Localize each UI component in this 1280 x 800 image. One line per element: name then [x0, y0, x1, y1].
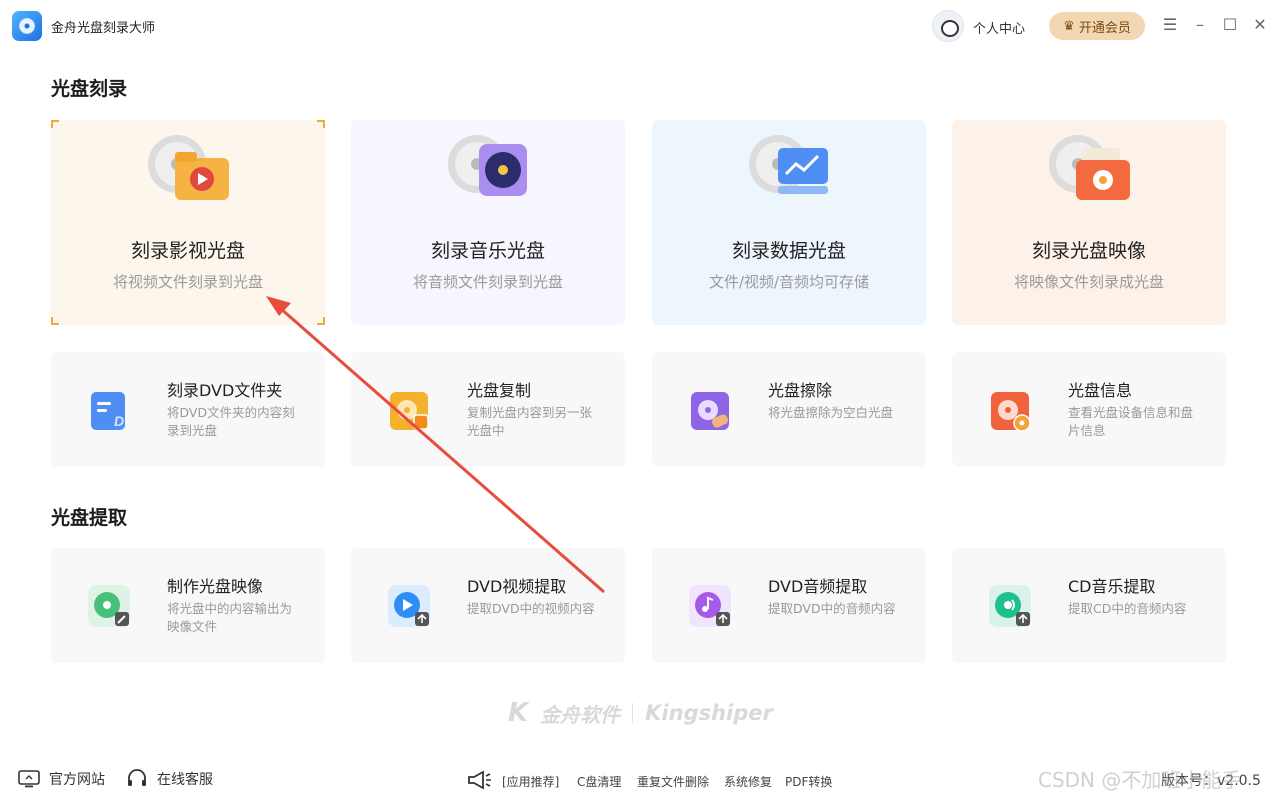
card-burn-video-disc[interactable]: 刻录影视光盘 将视频文件刻录到光盘 — [51, 120, 325, 325]
tool-title: 光盘信息 — [1068, 381, 1133, 400]
minimize-icon[interactable]: – — [1189, 14, 1211, 36]
disc-data-icon — [749, 135, 828, 194]
card-subtitle: 将视频文件刻录到光盘 — [112, 273, 263, 291]
card-burn-disc-image[interactable]: 刻录光盘映像 将映像文件刻录成光盘 — [952, 120, 1226, 325]
brand-name-en: Kingshiper — [645, 701, 773, 725]
footer-link-pdf-convert[interactable]: PDF转换 — [785, 773, 832, 790]
close-icon[interactable]: ✕ — [1249, 14, 1271, 36]
card-title: 刻录影视光盘 — [130, 240, 245, 262]
tool-subtitle: 将光盘擦除为空白光盘 — [768, 405, 894, 420]
disc-info-icon — [991, 392, 1031, 432]
tool-make-disc-image[interactable]: 制作光盘映像 将光盘中的内容输出为映像文件 — [51, 548, 325, 663]
disc-folder-play-icon — [148, 135, 229, 200]
crown-icon: ♛ — [1063, 18, 1075, 34]
disc-image-folder-icon — [1049, 135, 1130, 200]
tool-subtitle: 将DVD文件夹的内容刻录到光盘 — [167, 405, 295, 438]
maximize-icon[interactable]: ☐ — [1219, 14, 1241, 36]
avatar[interactable] — [932, 10, 964, 42]
card-burn-music-disc[interactable]: 刻录音乐光盘 将音频文件刻录到光盘 — [351, 120, 625, 325]
tool-burn-dvd-folder[interactable]: D 刻录DVD文件夹 将DVD文件夹的内容刻录到光盘 — [51, 352, 325, 467]
disc-music-icon — [448, 135, 527, 196]
card-subtitle: 文件/视频/音频均可存储 — [708, 273, 870, 291]
tool-title: DVD音频提取 — [768, 577, 868, 596]
kingshiper-logo-icon: K — [508, 698, 529, 728]
headset-icon — [128, 769, 146, 786]
vip-button-label: 开通会员 — [1078, 20, 1131, 36]
tool-subtitle: 提取DVD中的视频内容 — [467, 601, 595, 616]
tool-subtitle: 将光盘中的内容输出为映像文件 — [167, 601, 293, 634]
card-subtitle: 将音频文件刻录到光盘 — [412, 273, 563, 291]
card-subtitle: 将映像文件刻录成光盘 — [1013, 273, 1164, 291]
app-recommend-label: [应用推荐] — [502, 775, 560, 789]
official-website-label: 官方网站 — [49, 772, 105, 788]
card-title: 刻录数据光盘 — [731, 240, 846, 262]
svg-text:D: D — [114, 413, 124, 429]
tool-disc-copy[interactable]: 光盘复制 复制光盘内容到另一张光盘中 — [351, 352, 625, 467]
brand-logo: K 金舟软件 Kingshiper — [508, 698, 773, 728]
tool-title: 刻录DVD文件夹 — [167, 381, 283, 400]
megaphone-icon — [468, 770, 491, 790]
section-title-extract: 光盘提取 — [51, 507, 128, 529]
official-website-link[interactable]: 官方网站 — [18, 769, 105, 789]
tool-title: 光盘复制 — [467, 381, 532, 400]
menu-icon[interactable]: ☰ — [1159, 14, 1181, 36]
tool-title: 光盘擦除 — [768, 381, 833, 400]
vip-button[interactable]: ♛ 开通会员 — [1049, 12, 1145, 40]
footer-link-system-repair[interactable]: 系统修复 — [724, 773, 772, 790]
tool-subtitle: 提取DVD中的音频内容 — [768, 601, 896, 616]
tool-subtitle: 查看光盘设备信息和盘片信息 — [1068, 405, 1194, 438]
monitor-icon — [18, 770, 40, 788]
tool-title: 制作光盘映像 — [167, 577, 264, 596]
footer-link-c-clean[interactable]: C盘清理 — [577, 773, 621, 790]
dvd-folder-icon: D — [91, 392, 125, 430]
tool-subtitle: 提取CD中的音频内容 — [1068, 601, 1187, 616]
disc-image-make-icon — [88, 585, 130, 627]
card-burn-data-disc[interactable]: 刻录数据光盘 文件/视频/音频均可存储 — [652, 120, 926, 325]
tool-title: CD音乐提取 — [1068, 577, 1156, 596]
tool-dvd-video-extract[interactable]: DVD视频提取 提取DVD中的视频内容 — [351, 548, 625, 663]
cd-music-icon — [989, 585, 1031, 627]
tool-dvd-audio-extract[interactable]: DVD音频提取 提取DVD中的音频内容 — [652, 548, 926, 663]
dvd-video-icon — [388, 585, 430, 627]
dvd-audio-icon — [689, 585, 731, 627]
app-title: 金舟光盘刻录大师 — [51, 21, 156, 36]
section-title-burn: 光盘刻录 — [51, 78, 128, 100]
disc-copy-icon — [390, 392, 429, 430]
card-title: 刻录光盘映像 — [1031, 240, 1146, 262]
title-bar: 金舟光盘刻录大师 个人中心 ♛ 开通会员 ☰ – ☐ ✕ — [0, 0, 1280, 52]
csdn-watermark: CSDN @不加班小能手 — [1038, 768, 1242, 792]
tool-disc-info[interactable]: 光盘信息 查看光盘设备信息和盘片信息 — [952, 352, 1226, 467]
tool-subtitle: 复制光盘内容到另一张光盘中 — [467, 405, 593, 438]
disc-erase-icon — [691, 392, 729, 430]
brand-name-cn: 金舟软件 — [540, 702, 621, 727]
online-support-label: 在线客服 — [157, 772, 213, 788]
tool-title: DVD视频提取 — [467, 577, 567, 596]
app-logo-icon — [12, 11, 42, 41]
brand-divider — [632, 703, 634, 723]
user-center-link[interactable]: 个人中心 — [973, 18, 1025, 37]
footer-link-duplicate-files[interactable]: 重复文件删除 — [637, 773, 709, 790]
tool-cd-music-extract[interactable]: CD音乐提取 提取CD中的音频内容 — [952, 548, 1226, 663]
online-support-link[interactable]: 在线客服 — [126, 769, 213, 789]
card-title: 刻录音乐光盘 — [430, 240, 545, 262]
tool-disc-erase[interactable]: 光盘擦除 将光盘擦除为空白光盘 — [652, 352, 926, 467]
